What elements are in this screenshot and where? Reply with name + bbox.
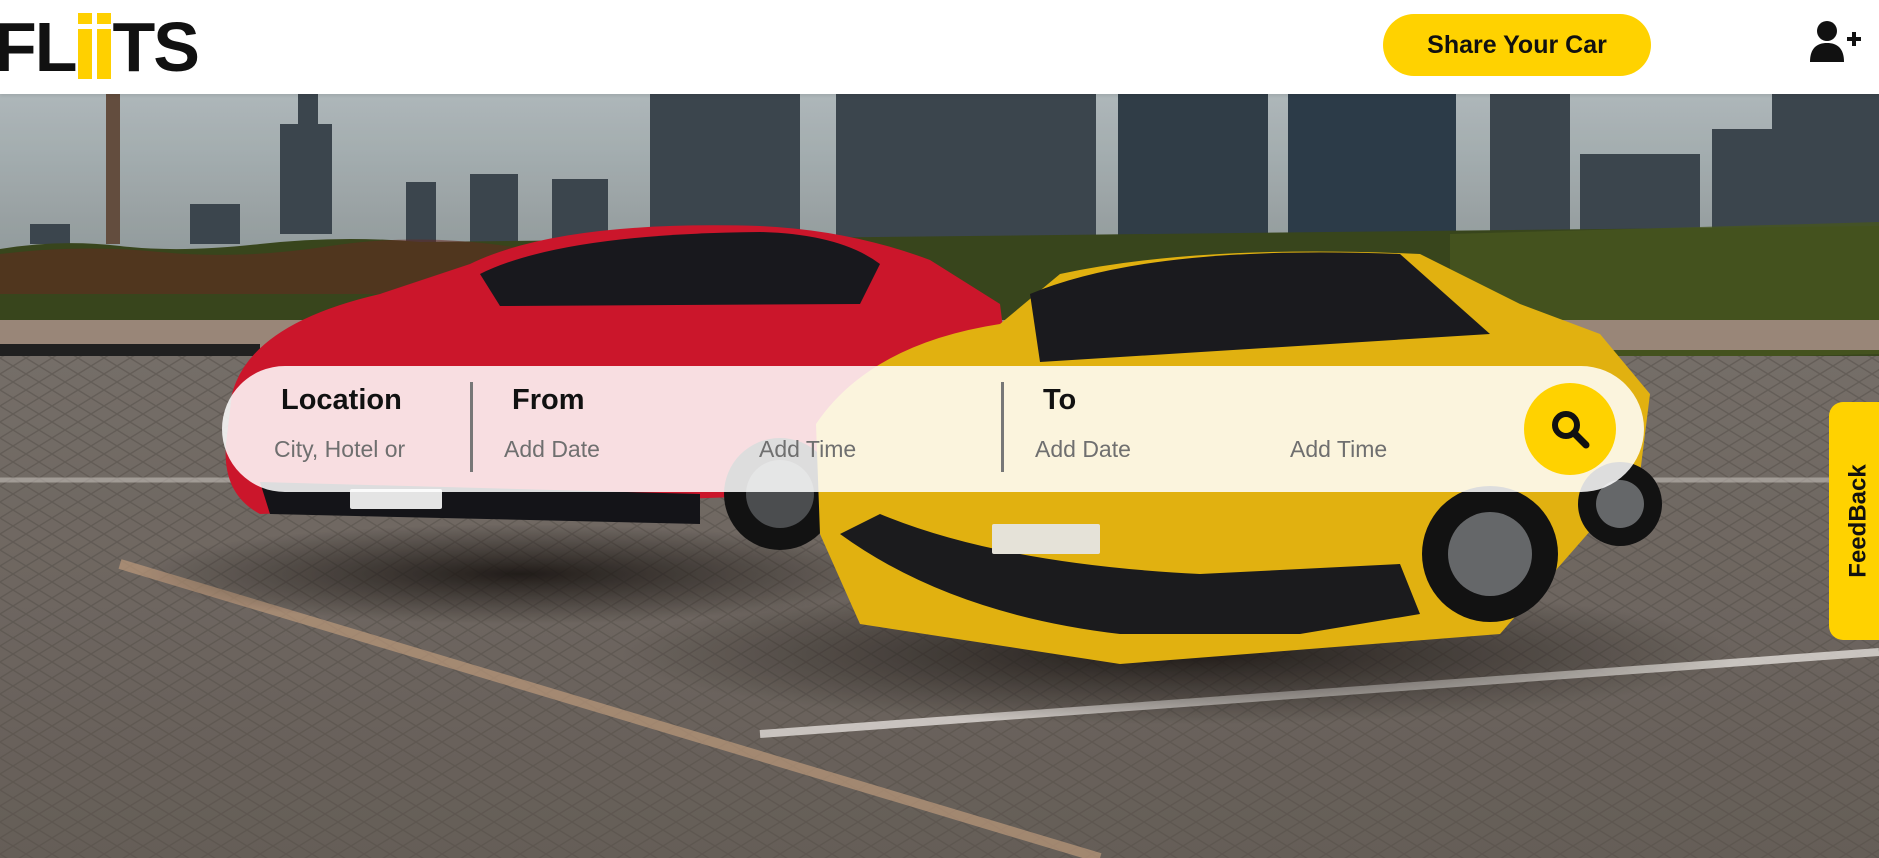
location-label: Location <box>281 384 402 416</box>
location-divider <box>470 382 473 472</box>
from-date-input[interactable] <box>504 434 704 464</box>
feedback-tab[interactable]: FeedBack <box>1829 402 1879 640</box>
from-divider <box>1001 382 1004 472</box>
logo-ii-mark <box>77 13 111 79</box>
logo-text-right: TS <box>112 8 200 86</box>
search-icon <box>1552 411 1590 449</box>
from-label: From <box>512 384 585 416</box>
logo-text-left: FL <box>0 8 78 86</box>
search-bar: Location From To <box>222 366 1644 492</box>
site-header: FL TS Share Your Car <box>0 0 1879 94</box>
share-your-car-button[interactable]: Share Your Car <box>1383 14 1651 76</box>
to-label: To <box>1043 384 1077 416</box>
to-time-input[interactable] <box>1290 434 1490 464</box>
user-plus-icon[interactable] <box>1810 20 1862 64</box>
location-input[interactable] <box>274 434 434 464</box>
search-button[interactable] <box>1524 383 1616 475</box>
to-date-input[interactable] <box>1035 434 1235 464</box>
from-time-input[interactable] <box>759 434 959 464</box>
feedback-label: FeedBack <box>1845 464 1873 578</box>
fliits-logo[interactable]: FL TS <box>0 8 200 86</box>
